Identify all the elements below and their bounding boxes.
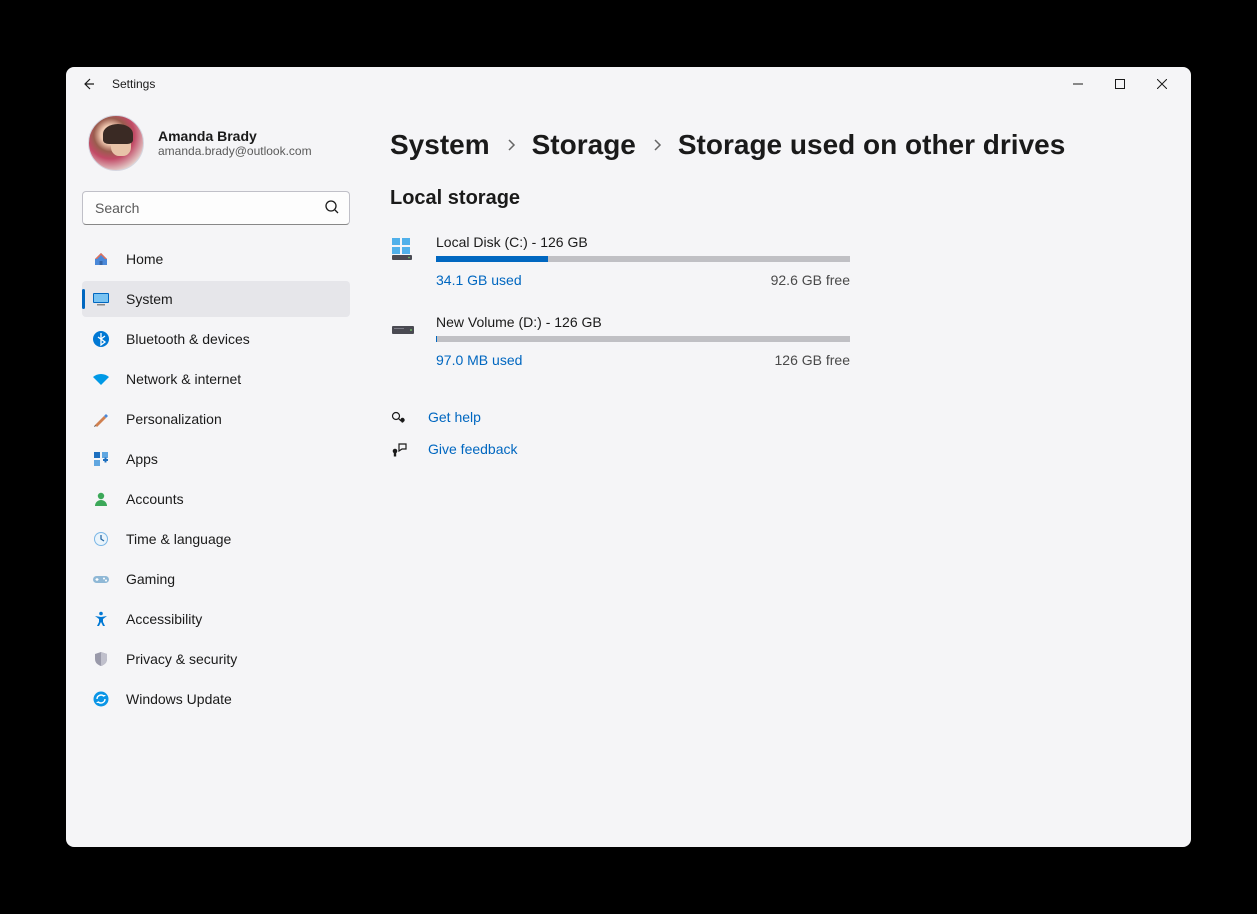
bluetooth-icon <box>92 330 110 348</box>
search-icon <box>324 199 340 215</box>
network-icon <box>92 370 110 388</box>
sidebar: Amanda Brady amanda.brady@outlook.com Ho… <box>66 101 366 847</box>
disk-row-d[interactable]: New Volume (D:) - 126 GB 97.0 MB used 12… <box>390 314 850 368</box>
drive-windows-icon <box>390 234 420 288</box>
system-icon <box>92 290 110 308</box>
sidebar-item-apps[interactable]: Apps <box>82 441 350 477</box>
disk-used: 34.1 GB used <box>436 272 522 288</box>
profile-email: amanda.brady@outlook.com <box>158 144 312 158</box>
avatar <box>88 115 144 171</box>
privacy-icon <box>92 650 110 668</box>
breadcrumb-storage[interactable]: Storage <box>532 129 636 161</box>
update-icon <box>92 690 110 708</box>
disk-free: 92.6 GB free <box>771 272 850 288</box>
sidebar-item-personalization[interactable]: Personalization <box>82 401 350 437</box>
sidebar-item-gaming[interactable]: Gaming <box>82 561 350 597</box>
sidebar-item-network[interactable]: Network & internet <box>82 361 350 397</box>
minimize-icon <box>1073 79 1083 89</box>
minimize-button[interactable] <box>1057 69 1099 99</box>
section-title: Local storage <box>390 187 1151 210</box>
disk-free: 126 GB free <box>775 352 851 368</box>
search-box <box>82 191 350 225</box>
sidebar-item-label: Network & internet <box>126 371 241 387</box>
breadcrumb-current: Storage used on other drives <box>678 129 1065 161</box>
profile-name: Amanda Brady <box>158 128 312 144</box>
sidebar-item-privacy[interactable]: Privacy & security <box>82 641 350 677</box>
disk-row-c[interactable]: Local Disk (C:) - 126 GB 34.1 GB used 92… <box>390 234 850 288</box>
sidebar-item-accessibility[interactable]: Accessibility <box>82 601 350 637</box>
time-icon <box>92 530 110 548</box>
sidebar-item-label: Privacy & security <box>126 651 237 667</box>
main-content: System Storage Storage used on other dri… <box>366 101 1191 847</box>
footer-links: ? Get help Give feedback <box>390 408 1151 458</box>
back-arrow-icon <box>81 76 97 92</box>
disk-label: Local Disk (C:) - 126 GB <box>436 234 850 250</box>
sidebar-item-label: System <box>126 291 173 307</box>
sidebar-item-label: Accessibility <box>126 611 202 627</box>
storage-bar <box>436 336 850 342</box>
maximize-button[interactable] <box>1099 69 1141 99</box>
svg-text:?: ? <box>402 419 404 423</box>
sidebar-item-accounts[interactable]: Accounts <box>82 481 350 517</box>
titlebar: Settings <box>66 67 1191 101</box>
storage-bar-fill <box>436 256 548 262</box>
sidebar-item-label: Accounts <box>126 491 184 507</box>
get-help-link[interactable]: Get help <box>428 409 481 425</box>
sidebar-item-time[interactable]: Time & language <box>82 521 350 557</box>
chevron-right-icon <box>504 138 518 152</box>
profile-card[interactable]: Amanda Brady amanda.brady@outlook.com <box>82 101 350 191</box>
give-feedback-row: Give feedback <box>390 440 1151 458</box>
close-icon <box>1157 79 1167 89</box>
sidebar-item-home[interactable]: Home <box>82 241 350 277</box>
sidebar-item-system[interactable]: System <box>82 281 350 317</box>
storage-bar <box>436 256 850 262</box>
give-feedback-link[interactable]: Give feedback <box>428 441 518 457</box>
back-button[interactable] <box>74 69 104 99</box>
drive-hdd-icon <box>390 314 420 368</box>
search-input[interactable] <box>82 191 350 225</box>
sidebar-item-label: Time & language <box>126 531 231 547</box>
nav: Home System Bluetooth & devices <box>82 241 350 717</box>
sidebar-item-label: Windows Update <box>126 691 232 707</box>
feedback-icon <box>390 440 408 458</box>
gaming-icon <box>92 570 110 588</box>
get-help-row: ? Get help <box>390 408 1151 426</box>
disk-list: Local Disk (C:) - 126 GB 34.1 GB used 92… <box>390 234 850 368</box>
apps-icon <box>92 450 110 468</box>
sidebar-item-label: Gaming <box>126 571 175 587</box>
chevron-right-icon <box>650 138 664 152</box>
help-icon: ? <box>390 408 408 426</box>
close-button[interactable] <box>1141 69 1183 99</box>
window-title: Settings <box>112 77 155 91</box>
accounts-icon <box>92 490 110 508</box>
sidebar-item-label: Personalization <box>126 411 222 427</box>
maximize-icon <box>1115 79 1125 89</box>
breadcrumb: System Storage Storage used on other dri… <box>390 129 1151 161</box>
breadcrumb-system[interactable]: System <box>390 129 490 161</box>
window-controls <box>1057 69 1183 99</box>
sidebar-item-label: Bluetooth & devices <box>126 331 250 347</box>
sidebar-item-bluetooth[interactable]: Bluetooth & devices <box>82 321 350 357</box>
disk-used: 97.0 MB used <box>436 352 522 368</box>
settings-window: Settings Amanda Brady amanda.brady@outlo… <box>66 67 1191 847</box>
accessibility-icon <box>92 610 110 628</box>
sidebar-item-label: Apps <box>126 451 158 467</box>
disk-label: New Volume (D:) - 126 GB <box>436 314 850 330</box>
sidebar-item-update[interactable]: Windows Update <box>82 681 350 717</box>
personalization-icon <box>92 410 110 428</box>
sidebar-item-label: Home <box>126 251 163 267</box>
home-icon <box>92 250 110 268</box>
